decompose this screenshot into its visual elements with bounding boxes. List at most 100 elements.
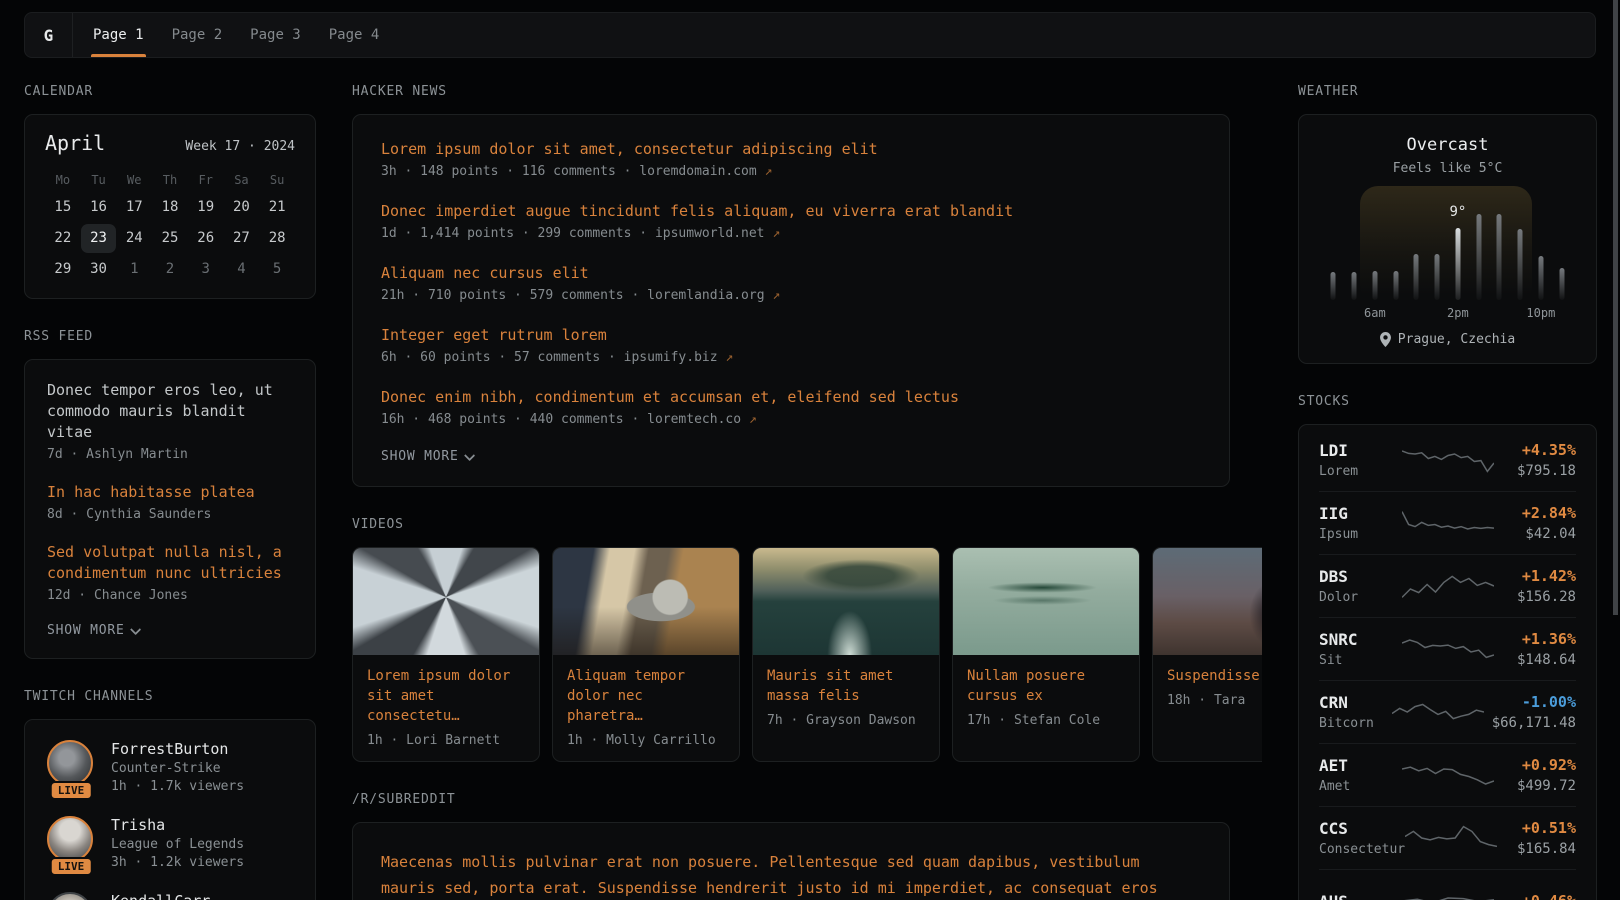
weekday-label: Sa <box>224 169 260 191</box>
stock-row[interactable]: CCSConsectetur+0.51%$165.84 <box>1319 807 1576 870</box>
tab-page-1[interactable]: Page 1 <box>79 13 158 57</box>
weather-hour-column <box>1427 188 1448 320</box>
stock-change-percent: +2.84% <box>1494 504 1577 522</box>
calendar-week-year: Week 17 · 2024 <box>185 139 295 154</box>
video-card[interactable]: Lorem ipsum dolor sit amet consectetu… 1h… <box>352 547 540 762</box>
app-logo[interactable]: G <box>25 13 73 57</box>
rss-item-meta: 7d · Ashlyn Martin <box>47 447 293 462</box>
rss-section: RSS FEED Donec tempor eros leo, ut commo… <box>24 329 316 659</box>
tab-page-2[interactable]: Page 2 <box>158 13 237 57</box>
calendar-day: 1 <box>116 255 152 284</box>
left-column: CALENDAR April Week 17 · 2024 MoTuWeThFr… <box>24 84 316 900</box>
video-meta: 1h · Lori Barnett <box>367 733 525 748</box>
stock-name: Consectetur <box>1319 842 1405 857</box>
rss-item-title[interactable]: In hac habitasse platea <box>47 482 293 503</box>
stock-ticker: SNRC <box>1319 630 1402 649</box>
hackernews-item-meta: 1d · 1,414 points · 299 comments · ipsum… <box>381 226 1201 241</box>
stock-row[interactable]: CRNBitcorn-1.00%$66,171.48 <box>1319 681 1576 744</box>
twitch-channel-row[interactable]: LIVEForrestBurtonCounter-Strike1h · 1.7k… <box>47 740 293 794</box>
calendar-grid: MoTuWeThFrSaSu15161718192021222324252627… <box>45 169 295 284</box>
twitch-channel-name: KendallCarr <box>111 892 210 900</box>
hackernews-item-title[interactable]: Lorem ipsum dolor sit amet, consectetur … <box>381 139 1201 159</box>
hackernews-item-title[interactable]: Donec enim nibh, condimentum et accumsan… <box>381 387 1201 407</box>
rss-item-title[interactable]: Donec tempor eros leo, ut commodo mauris… <box>47 380 293 443</box>
stocks-section: STOCKS LDILorem+4.35%$795.18IIGIpsum+2.8… <box>1298 394 1597 900</box>
calendar-day: 24 <box>116 224 152 253</box>
stock-ticker: AHS <box>1319 892 1402 900</box>
twitch-channel-row[interactable]: KendallCarr <box>47 892 293 900</box>
stock-change-percent: +0.51% <box>1497 819 1576 837</box>
twitch-avatar-wrap: LIVE <box>47 816 95 870</box>
hackernews-item-domain[interactable]: ipsumworld.net <box>655 226 765 241</box>
stock-values: +1.36%$148.64 <box>1494 630 1577 668</box>
rss-item-title[interactable]: Sed volutpat nulla nisl, a condimentum n… <box>47 542 293 584</box>
hackernews-item-title[interactable]: Aliquam nec cursus elit <box>381 263 1201 283</box>
hackernews-item-domain[interactable]: ipsumify.biz <box>624 350 718 365</box>
hackernews-item-domain[interactable]: loremlandia.org <box>647 288 764 303</box>
subreddit-widget: Maecenas mollis pulvinar erat non posuer… <box>352 822 1230 900</box>
stock-identity: LDILorem <box>1319 441 1402 479</box>
stock-row[interactable]: AETAmet+0.92%$499.72 <box>1319 744 1576 807</box>
tab-page-3[interactable]: Page 3 <box>236 13 315 57</box>
sparkline-chart <box>1402 504 1494 542</box>
weather-hour-column <box>1406 188 1427 320</box>
hackernews-item-meta: 16h · 468 points · 440 comments · loremt… <box>381 412 1201 427</box>
live-badge: LIVE <box>50 857 93 876</box>
subreddit-post-title[interactable]: Maecenas mollis pulvinar erat non posuer… <box>381 849 1201 900</box>
rss-show-more-button[interactable]: SHOW MORE <box>47 623 293 638</box>
hackernews-item-title[interactable]: Donec imperdiet augue tincidunt felis al… <box>381 201 1201 221</box>
video-meta: 1h · Molly Carrillo <box>567 733 725 748</box>
channel-avatar <box>47 892 93 900</box>
hackernews-item-domain[interactable]: loremtech.co <box>647 412 741 427</box>
twitch-channel-viewers: 1h · 1.7k viewers <box>111 779 244 794</box>
live-badge: LIVE <box>50 781 93 800</box>
separator: · <box>600 350 623 365</box>
video-title[interactable]: Lorem ipsum dolor sit amet consectetu… <box>367 666 525 726</box>
video-title[interactable]: Nullam posuere cursus ex <box>967 666 1125 706</box>
weather-bar-current <box>1455 228 1460 300</box>
calendar-month: April <box>45 131 105 155</box>
weather-bar <box>1538 256 1543 300</box>
stock-name: Dolor <box>1319 590 1402 605</box>
stock-change-percent: +1.36% <box>1494 630 1577 648</box>
middle-column: HACKER NEWS Lorem ipsum dolor sit amet, … <box>352 84 1262 900</box>
stock-row[interactable]: IIGIpsum+2.84%$42.04 <box>1319 492 1576 555</box>
stock-row[interactable]: AHS +0.46% <box>1319 870 1576 900</box>
twitch-channel-row[interactable]: LIVETrishaLeague of Legends3h · 1.2k vie… <box>47 816 293 870</box>
page-scrollbar-thumb[interactable] <box>1613 0 1618 615</box>
stock-name: Amet <box>1319 779 1402 794</box>
weekday-label: Su <box>259 169 295 191</box>
twitch-section: TWITCH CHANNELS LIVEForrestBurtonCounter… <box>24 689 316 900</box>
calendar-day: 2 <box>152 255 188 284</box>
channel-avatar <box>47 816 93 862</box>
video-title[interactable]: Suspendisse diam <box>1167 666 1262 686</box>
stock-row[interactable]: LDILorem+4.35%$795.18 <box>1319 429 1576 492</box>
video-card[interactable]: Aliquam tempor dolor nec pharetra… 1h · M… <box>552 547 740 762</box>
video-card[interactable]: Nullam posuere cursus ex17h · Stefan Col… <box>952 547 1140 762</box>
stock-row[interactable]: SNRCSit+1.36%$148.64 <box>1319 618 1576 681</box>
stock-change-percent: +1.42% <box>1494 567 1577 585</box>
separator: · <box>624 288 647 303</box>
stock-row[interactable]: DBSDolor+1.42%$156.28 <box>1319 555 1576 618</box>
videos-section: VIDEOS Lorem ipsum dolor sit amet consec… <box>352 517 1262 762</box>
hackernews-item-title[interactable]: Integer eget rutrum lorem <box>381 325 1201 345</box>
hackernews-show-more-button[interactable]: SHOW MORE <box>381 449 1201 464</box>
tab-page-4[interactable]: Page 4 <box>315 13 394 57</box>
stock-change-percent: +0.46% <box>1494 892 1577 900</box>
video-card[interactable]: Suspendisse diam 18h · Tara <box>1152 547 1262 762</box>
weather-feels-like: Feels like 5°C <box>1321 161 1574 176</box>
hackernews-item-domain[interactable]: loremdomain.com <box>639 164 756 179</box>
videos-carousel: Lorem ipsum dolor sit amet consectetu… 1h… <box>352 547 1262 762</box>
video-card[interactable]: Mauris sit amet massa felis7h · Grayson … <box>752 547 940 762</box>
video-title[interactable]: Mauris sit amet massa felis <box>767 666 925 706</box>
video-meta: 18h · Tara <box>1167 693 1262 708</box>
stock-sparkline <box>1402 441 1494 479</box>
sparkline-chart <box>1402 567 1494 605</box>
right-column: WEATHER Overcast Feels like 5°C 6am9°2pm… <box>1298 84 1597 900</box>
twitch-section-label: TWITCH CHANNELS <box>24 689 316 704</box>
calendar-day-selected: 23 <box>81 224 117 253</box>
stock-price: $499.72 <box>1494 778 1577 794</box>
video-title[interactable]: Aliquam tempor dolor nec pharetra… <box>567 666 725 726</box>
hackernews-item: Donec imperdiet augue tincidunt felis al… <box>381 201 1201 241</box>
rss-item: Sed volutpat nulla nisl, a condimentum n… <box>47 542 293 603</box>
